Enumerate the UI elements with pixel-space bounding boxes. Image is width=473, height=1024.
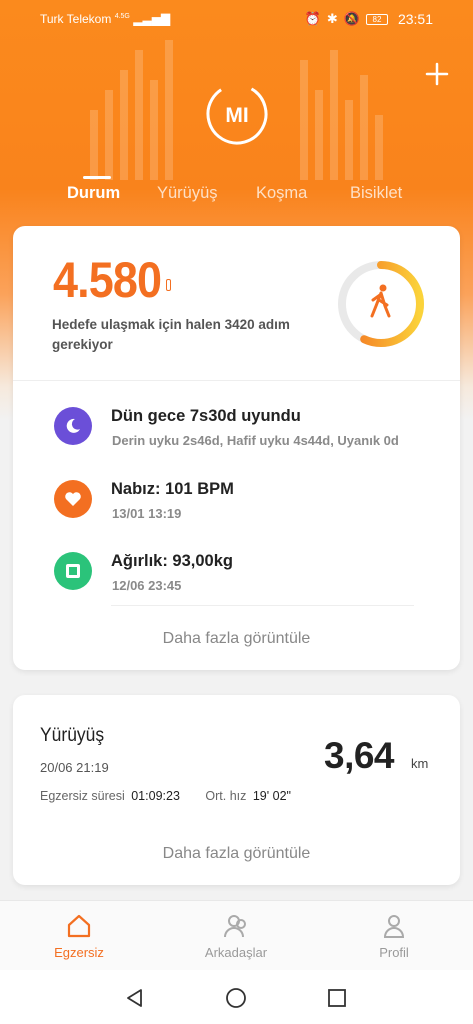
friends-icon: [224, 915, 246, 938]
tab-durum[interactable]: Durum: [67, 184, 120, 203]
alarm-icon: ⏰: [304, 11, 321, 26]
clock: 23:51: [397, 11, 433, 27]
walk-distance-unit: km: [411, 756, 429, 771]
profile-icon: [383, 915, 405, 938]
home-button-icon[interactable]: [225, 987, 247, 1009]
walk-pace: 19' 02": [252, 789, 291, 803]
walk-distance: 3,64: [324, 735, 395, 776]
walk-title: Yürüyüş: [40, 725, 105, 746]
steps-unit-icon: [166, 279, 171, 291]
step-count: 4.580: [53, 252, 162, 308]
bluetooth-icon: ✱: [326, 11, 338, 26]
walk-duration: 01:09:23: [131, 789, 180, 803]
mute-icon: 🔕: [343, 11, 360, 26]
walk-date: 20/06 21:19: [40, 760, 109, 775]
heart-rate-row[interactable]: Nabız: 101 BPM 13/01 13:19: [54, 480, 434, 530]
back-icon[interactable]: [124, 987, 146, 1009]
mi-logo: MI: [206, 83, 268, 145]
svg-text:z: z: [76, 421, 79, 427]
carrier-label: Turk Telekom 4.5G ▂▃▅▇: [40, 12, 171, 26]
home-icon: [67, 914, 91, 938]
tab-yuruyus[interactable]: Yürüyüş: [157, 184, 218, 203]
tab-indicator: [83, 176, 111, 179]
plus-icon[interactable]: [423, 60, 451, 88]
walk-stats: Egzersiz süresi 01:09:23 Ort. hız 19' 02…: [40, 789, 291, 803]
bottom-navigation: Egzersiz Arkadaşlar Profil: [0, 900, 473, 970]
tab-bisiklet[interactable]: Bisiklet: [350, 184, 402, 203]
recents-icon[interactable]: [326, 987, 348, 1009]
heart-icon: [54, 480, 92, 518]
status-bar: Turk Telekom 4.5G ▂▃▅▇ ⏰ ✱ 🔕 82 23:51: [0, 0, 473, 38]
system-navigation-bar: [0, 970, 473, 1024]
nav-arkadaslar[interactable]: Arkadaşlar: [181, 913, 291, 960]
view-more-link[interactable]: Daha fazla görüntüle: [13, 630, 460, 648]
battery-icon: 82: [365, 13, 388, 25]
svg-text:MI: MI: [225, 104, 248, 127]
view-more-link[interactable]: Daha fazla görüntüle: [13, 845, 460, 863]
sleep-icon: z: [54, 407, 92, 445]
nav-profil[interactable]: Profil: [339, 913, 449, 960]
signal-icon: ▂▃▅▇: [133, 12, 171, 26]
tab-kosma[interactable]: Koşma: [256, 184, 307, 203]
activity-tabs: Durum Yürüyüş Koşma Bisiklet: [0, 176, 473, 212]
status-card[interactable]: 4.580 Hedefe ulaşmak için halen 3420 adı…: [13, 226, 460, 670]
sleep-row[interactable]: z Dün gece 7s30d uyundu Derin uyku 2s46d…: [54, 407, 434, 457]
nav-egzersiz[interactable]: Egzersiz: [24, 913, 134, 960]
goal-text: Hedefe ulaşmak için halen 3420 adım gere…: [52, 317, 290, 352]
walk-card[interactable]: Yürüyüş 20/06 21:19 3,64 km Egzersiz sür…: [13, 695, 460, 885]
walking-icon: [370, 284, 391, 318]
weight-row[interactable]: Ağırlık: 93,00kg 12/06 23:45: [54, 552, 434, 602]
scale-icon: [54, 552, 92, 590]
step-progress-ring: [338, 261, 424, 347]
